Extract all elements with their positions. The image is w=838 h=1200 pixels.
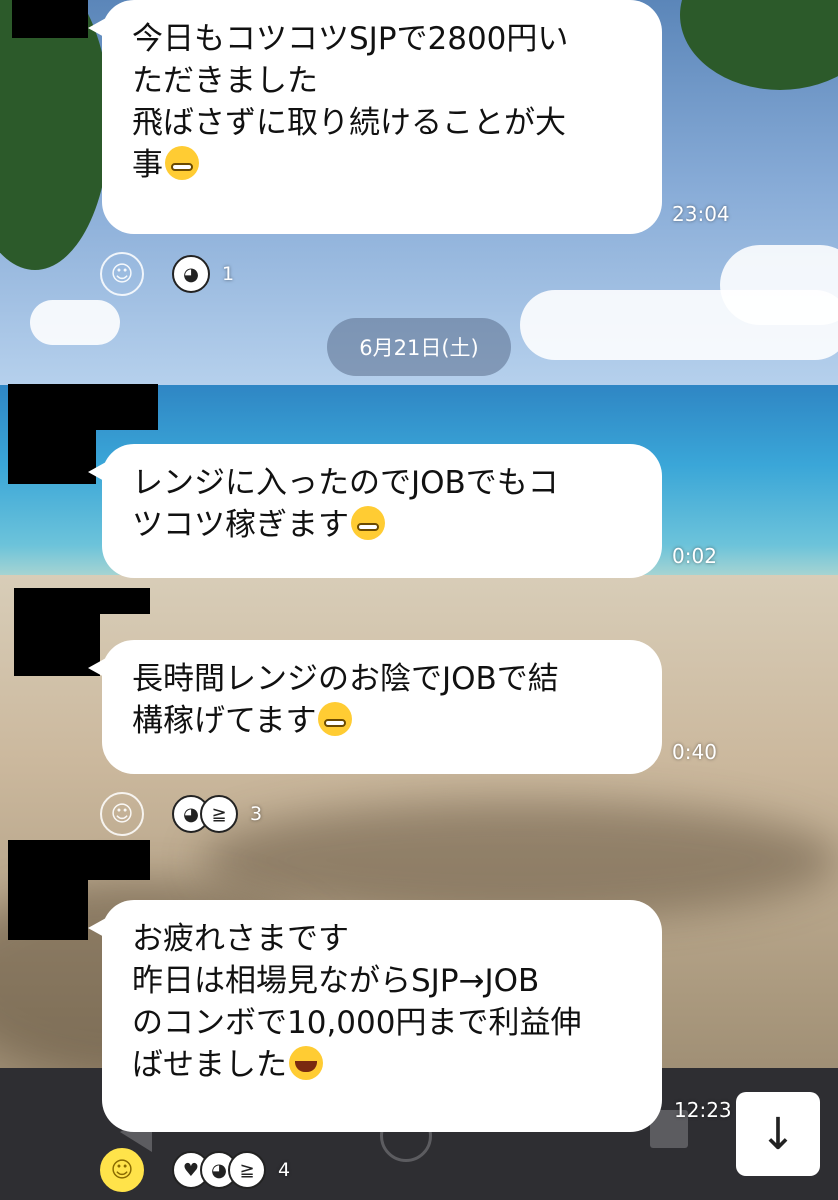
redacted-avatar xyxy=(8,840,88,940)
message-line: のコンボで10,000円まで利益伸 xyxy=(132,1005,582,1041)
smiley-icon[interactable]: ☺ xyxy=(100,792,144,836)
message-bubble[interactable]: レンジに入ったのでJOBでもコ ツコツ稼ぎます xyxy=(88,444,662,578)
message-bubble[interactable]: 長時間レンジのお陰でJOBで結 構稼げてます xyxy=(88,640,662,774)
message-line: お疲れさまです xyxy=(132,921,349,957)
grinning-face-icon xyxy=(318,702,353,736)
grinning-face-icon xyxy=(165,146,199,180)
reaction-count[interactable]: 3 xyxy=(250,803,262,825)
cloud xyxy=(30,300,120,345)
message-time: 23:04 xyxy=(672,202,730,226)
reaction-count[interactable]: 4 xyxy=(278,1159,290,1181)
message-line: ツコツ稼ぎます xyxy=(132,507,349,543)
message-time: 0:40 xyxy=(672,740,717,764)
smiley-icon[interactable]: ☺ xyxy=(100,1148,144,1192)
reaction-count[interactable]: 1 xyxy=(222,263,234,285)
message-bubble[interactable]: お疲れさまです 昨日は相場見ながらSJP→JOB のコンボで10,000円まで利… xyxy=(88,900,662,1132)
message-line: 構稼げてます xyxy=(132,703,317,739)
message-line: ばせました xyxy=(132,1047,287,1083)
message-line: ただきました xyxy=(132,63,318,99)
scroll-down-button[interactable]: ↓ xyxy=(736,1092,820,1176)
message-time: 0:02 xyxy=(672,544,717,568)
message-line: 事 xyxy=(132,147,163,183)
message-time: 12:23 xyxy=(674,1098,732,1122)
message-line: 飛ばさずに取り続けることが大 xyxy=(132,105,566,141)
message-line: 昨日は相場見ながらSJP→JOB xyxy=(132,963,540,999)
cloud xyxy=(720,245,838,325)
reaction-row: ☺ ♥ ◕ ≧ 4 xyxy=(100,1146,290,1194)
message-line: レンジに入ったのでJOBでもコ xyxy=(132,465,559,501)
thumbs-up-face-icon[interactable]: ◕ xyxy=(172,255,210,293)
redacted-avatar xyxy=(8,384,96,484)
reaction-row: ☺ ◕ 1 xyxy=(100,250,234,298)
arrow-down-icon: ↓ xyxy=(759,1108,797,1160)
date-separator: 6月21日(土) xyxy=(327,318,511,376)
message-line: 今日もコツコツSJPで2800円い xyxy=(132,21,569,57)
laughing-face-icon[interactable]: ≧ xyxy=(228,1151,266,1189)
message-bubble[interactable]: 今日もコツコツSJPで2800円い ただきました 飛ばさずに取り続けることが大 … xyxy=(88,0,662,234)
laughing-face-icon xyxy=(289,1046,323,1080)
laughing-face-icon[interactable]: ≧ xyxy=(200,795,238,833)
redacted-avatar xyxy=(12,0,88,38)
message-line: 長時間レンジのお陰でJOBで結 xyxy=(132,661,559,697)
smiley-icon[interactable]: ☺ xyxy=(100,252,144,296)
grinning-face-icon xyxy=(351,506,385,540)
reaction-row: ☺ ◕ ≧ 3 xyxy=(100,790,262,838)
